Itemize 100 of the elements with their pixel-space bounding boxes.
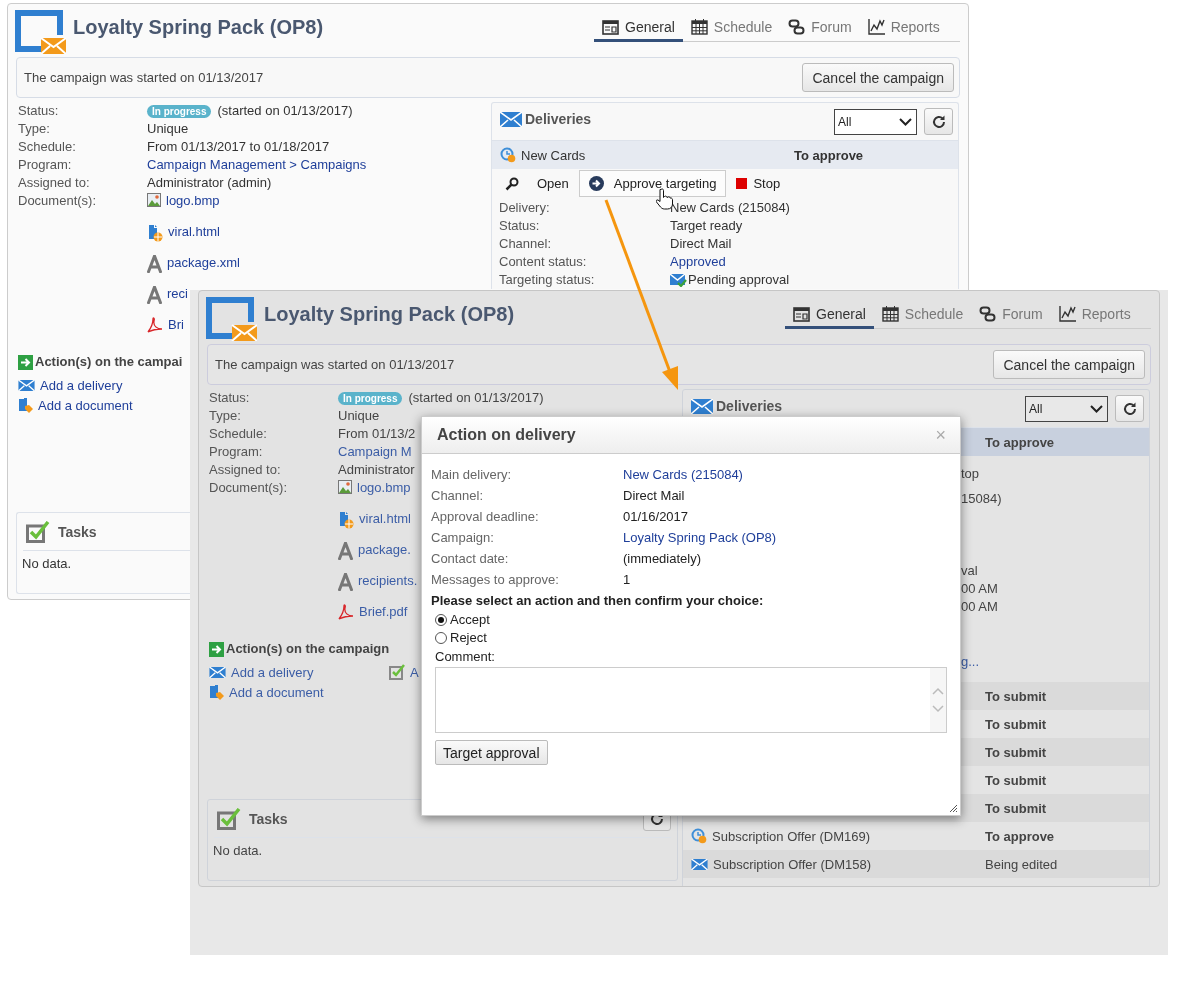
field-label: Content status: bbox=[499, 253, 588, 271]
field-value: Direct Mail bbox=[670, 235, 732, 253]
document-link[interactable]: recipients. bbox=[358, 572, 418, 590]
line-chart-icon bbox=[867, 19, 885, 35]
action-link[interactable]: A bbox=[410, 664, 419, 680]
document-link[interactable]: logo.bmp bbox=[166, 192, 220, 210]
action-link[interactable]: Add a document bbox=[229, 684, 324, 700]
tab[interactable]: Schedule bbox=[682, 15, 781, 42]
document-link[interactable]: package.xml bbox=[167, 254, 240, 272]
field-value: 01/16/2017 bbox=[623, 508, 689, 526]
tab[interactable]: General bbox=[594, 15, 683, 42]
envelope-icon bbox=[691, 858, 708, 870]
empty-message: No data. bbox=[22, 555, 72, 573]
approve-button[interactable]: Approve targeting bbox=[578, 170, 727, 197]
campaign-logo-icon bbox=[206, 297, 257, 341]
checkbox-icon bbox=[389, 664, 405, 680]
line-chart-icon bbox=[1058, 306, 1076, 322]
field-label: Delivery: bbox=[499, 199, 551, 217]
document-link[interactable]: logo.bmp bbox=[357, 479, 411, 497]
radio-label[interactable]: Accept bbox=[450, 611, 490, 629]
field-value: (started on 01/13/2017) bbox=[217, 102, 353, 120]
program-link[interactable]: Campaign M bbox=[338, 443, 412, 461]
text-fragment: val bbox=[961, 562, 978, 580]
field-label: Channel: bbox=[499, 235, 553, 253]
calendar-icon bbox=[881, 306, 899, 322]
envelope-icon bbox=[18, 379, 35, 391]
campaign-title: Loyalty Spring Pack (OP8) bbox=[73, 16, 324, 39]
tab[interactable]: Schedule bbox=[873, 302, 972, 329]
arrow-circle-icon bbox=[588, 176, 604, 191]
refresh-button[interactable] bbox=[1115, 395, 1144, 422]
action-link[interactable]: Add a document bbox=[38, 397, 133, 413]
clock-badge-icon bbox=[691, 828, 707, 844]
delivery-status: To submit bbox=[985, 744, 1047, 760]
field-value: Administrator (admin) bbox=[147, 174, 272, 192]
envelope-icon bbox=[691, 398, 713, 414]
delivery-status: To submit bbox=[985, 800, 1047, 816]
link-fragment[interactable]: g... bbox=[961, 653, 980, 671]
envelope-icon bbox=[209, 666, 226, 678]
delivery-row[interactable]: Subscription Offer (DM169) To approve bbox=[683, 822, 1149, 850]
window-icon bbox=[793, 306, 810, 322]
delivery-name: Subscription Offer (DM158) bbox=[713, 856, 871, 872]
field-value: (started on 01/13/2017) bbox=[408, 389, 544, 407]
action-link[interactable]: Add a delivery bbox=[40, 377, 123, 393]
cancel-campaign-button[interactable]: Cancel the campaign bbox=[993, 350, 1145, 379]
program-link[interactable]: Campaign Management > Campaigns bbox=[147, 156, 367, 174]
panel-title: Deliveries bbox=[525, 110, 592, 127]
radio-button[interactable] bbox=[435, 614, 447, 626]
web-page-icon bbox=[147, 224, 163, 242]
value-link[interactable]: Loyalty Spring Pack (OP8) bbox=[623, 527, 777, 548]
stop-button[interactable]: Stop bbox=[726, 170, 791, 197]
document-link[interactable]: reci bbox=[167, 285, 188, 303]
tab[interactable]: Forum bbox=[780, 15, 860, 42]
field-label: Schedule: bbox=[18, 138, 77, 156]
arrow-right-icon bbox=[209, 641, 224, 657]
field-label: Main delivery: bbox=[431, 466, 513, 484]
radio-label[interactable]: Reject bbox=[450, 629, 487, 647]
field-label: Status: bbox=[499, 217, 541, 235]
envelope-icon bbox=[500, 111, 522, 127]
tab[interactable]: Reports bbox=[1050, 302, 1139, 329]
filter-dropdown[interactable]: All bbox=[834, 108, 917, 135]
field-label: Campaign: bbox=[431, 529, 495, 547]
font-icon bbox=[147, 255, 162, 273]
dialog-title: Action on delivery bbox=[437, 426, 576, 444]
refresh-button[interactable] bbox=[924, 108, 953, 135]
font-icon bbox=[338, 542, 353, 560]
delivery-status: To approve bbox=[985, 828, 1055, 844]
open-button[interactable]: Open bbox=[504, 170, 579, 197]
checkbox-icon bbox=[217, 807, 241, 830]
tab[interactable]: General bbox=[785, 302, 874, 329]
document-link[interactable]: package. bbox=[358, 541, 411, 559]
radio-button[interactable] bbox=[435, 632, 447, 644]
delivery-row[interactable]: Subscription Offer (DM158) Being edited bbox=[683, 850, 1149, 878]
value-link[interactable]: New Cards (215084) bbox=[623, 464, 743, 485]
image-icon bbox=[147, 193, 161, 207]
chevron-down-icon bbox=[899, 117, 912, 126]
tab[interactable]: Reports bbox=[859, 15, 948, 42]
status-link[interactable]: Approved bbox=[670, 253, 726, 271]
document-link[interactable]: Bri bbox=[168, 316, 184, 334]
field-label: Comment: bbox=[434, 648, 496, 666]
field-label: Contact date: bbox=[431, 550, 510, 568]
section-title: Action(s) on the campai bbox=[35, 353, 183, 371]
document-link[interactable]: viral.html bbox=[168, 223, 220, 241]
field-label: Type: bbox=[209, 407, 242, 425]
action-link[interactable]: Add a delivery bbox=[231, 664, 314, 680]
section-title: Action(s) on the campaign bbox=[226, 640, 390, 658]
field-value: Unique bbox=[147, 120, 189, 138]
document-link[interactable]: Brief.pdf bbox=[359, 603, 408, 621]
field-label: Messages to approve: bbox=[431, 571, 560, 589]
field-label: Document(s): bbox=[18, 192, 98, 210]
search-icon bbox=[505, 176, 519, 191]
text-fragment: 15084) bbox=[961, 490, 1002, 508]
target-approval-button[interactable]: Target approval bbox=[435, 740, 548, 765]
resize-grip-icon[interactable] bbox=[949, 804, 958, 813]
cancel-campaign-button[interactable]: Cancel the campaign bbox=[802, 63, 954, 92]
delivery-row[interactable]: New Cards To approve bbox=[492, 141, 958, 169]
document-link[interactable]: viral.html bbox=[359, 510, 411, 528]
delivery-status: To approve bbox=[985, 434, 1055, 450]
filter-dropdown[interactable]: All bbox=[1025, 395, 1108, 422]
arrow-right-icon bbox=[18, 354, 33, 370]
delivery-status: To submit bbox=[985, 688, 1047, 704]
